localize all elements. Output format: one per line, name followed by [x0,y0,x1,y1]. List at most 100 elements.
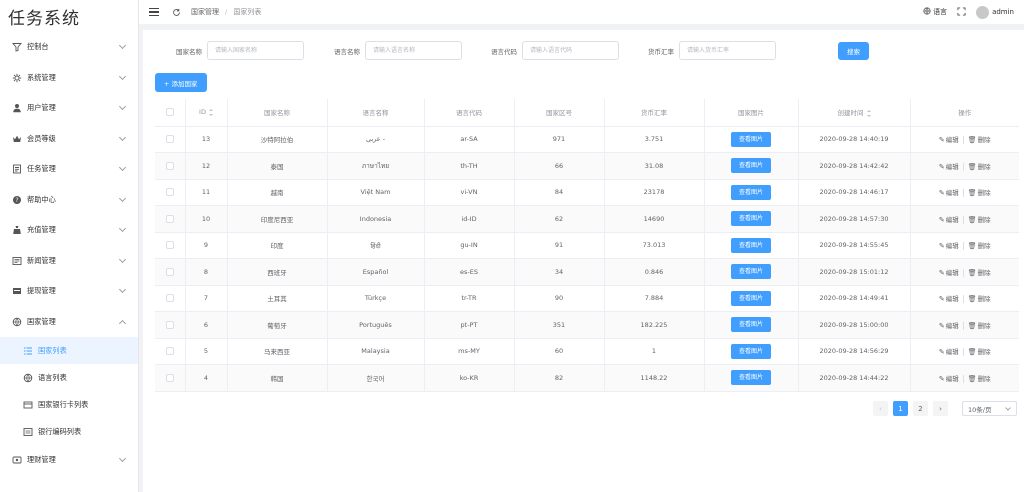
view-image-button[interactable]: 查看图片 [730,264,771,280]
sidebar-item-news[interactable]: 新闻管理 [0,246,138,277]
row-checkbox[interactable] [165,161,174,170]
edit-button[interactable]: ✎编辑 [939,348,959,356]
delete-button[interactable]: 🗑删除 [968,136,991,144]
country-name-input[interactable] [207,41,304,60]
fullscreen-icon[interactable] [957,6,966,18]
delete-button[interactable]: 🗑删除 [968,375,991,383]
sort-icon[interactable] [208,108,213,116]
language-name-input[interactable] [365,41,462,60]
row-select-cell [155,338,186,365]
cell-language-code: th-TH [424,152,515,180]
view-image-button[interactable]: 查看图片 [730,343,771,359]
view-image-button[interactable]: 查看图片 [730,184,771,200]
edit-icon: ✎ [938,242,945,251]
add-country-button[interactable]: + 添加国家 [155,73,207,92]
sidebar-subitem-bank-code-list[interactable]: 银行编码列表 [0,418,138,445]
edit-button[interactable]: ✎编辑 [939,375,959,383]
sidebar-item-recharge[interactable]: 充值管理 [0,215,138,246]
cell-area-code: 62 [514,205,605,233]
delete-button[interactable]: 🗑删除 [968,163,991,171]
cell-language-code: ko-KR [424,364,515,392]
next-page-button[interactable]: › [933,401,948,416]
edit-icon: ✎ [938,348,945,357]
refresh-icon[interactable] [171,7,181,17]
row-checkbox[interactable] [165,241,174,250]
edit-button[interactable]: ✎编辑 [939,242,959,250]
edit-button[interactable]: ✎编辑 [939,269,959,277]
language-switch[interactable]: 语言 [923,7,947,17]
edit-button[interactable]: ✎编辑 [939,322,959,330]
prev-page-button[interactable]: ‹ [873,401,888,416]
action-divider [962,321,964,330]
view-image-button[interactable]: 查看图片 [730,211,771,227]
delete-button[interactable]: 🗑删除 [968,242,991,250]
menu-toggle-icon[interactable] [149,8,159,16]
globe-icon [923,7,931,17]
row-checkbox[interactable] [165,188,174,197]
sidebar-item-system[interactable]: 系统管理 [0,63,138,94]
view-image-button[interactable]: 查看图片 [730,131,771,147]
row-checkbox[interactable] [165,373,174,382]
edit-button[interactable]: ✎编辑 [939,163,959,171]
row-checkbox[interactable] [165,294,174,303]
breadcrumb-item[interactable]: 国家管理 [191,7,219,17]
column-header-created[interactable]: 创建时间 [798,99,911,127]
page-size-select[interactable]: 10条/页 [962,401,1017,416]
edit-button[interactable]: ✎编辑 [939,295,959,303]
delete-button[interactable]: 🗑删除 [968,189,991,197]
chevron-down-icon [118,255,127,263]
sidebar-item-country[interactable]: 国家管理 [0,307,138,338]
sidebar-item-help[interactable]: ? 帮助中心 [0,185,138,216]
page-1-button[interactable]: 1 [893,401,908,416]
view-image-button[interactable]: 查看图片 [730,158,771,174]
row-checkbox[interactable] [165,214,174,223]
app-title: 任务系统 [8,8,80,29]
row-checkbox[interactable] [165,135,174,144]
delete-button[interactable]: 🗑删除 [968,269,991,277]
sidebar-item-finance[interactable]: 理财管理 [0,445,138,476]
delete-button[interactable]: 🗑删除 [968,348,991,356]
row-checkbox[interactable] [165,347,174,356]
sidebar-subitem-language-list[interactable]: 语言列表 [0,364,138,391]
delete-button[interactable]: 🗑删除 [968,322,991,330]
view-image-button[interactable]: 查看图片 [730,317,771,333]
sidebar-item-users[interactable]: 用户管理 [0,93,138,124]
sidebar-item-member-level[interactable]: 会员等级 [0,124,138,155]
sidebar-subitem-country-list[interactable]: 国家列表 [0,337,138,364]
select-all-checkbox[interactable] [165,108,174,117]
language-code-input[interactable] [522,41,619,60]
chevron-down-icon [118,42,127,50]
row-checkbox[interactable] [165,320,174,329]
currency-rate-input[interactable] [679,41,776,60]
edit-button[interactable]: ✎编辑 [939,216,959,224]
edit-button[interactable]: ✎编辑 [939,136,959,144]
sidebar-item-dashboard[interactable]: 控制台 [0,32,138,63]
cell-rate: 23178 [604,179,705,206]
row-select-cell [155,152,186,180]
sidebar-subitem-label: 国家银行卡列表 [38,399,89,409]
cell-rate: 7.884 [604,285,705,312]
edit-button[interactable]: ✎编辑 [939,189,959,197]
cell-country: 越南 [227,179,328,206]
table-row: 12 泰国 ภาษาไทย th-TH 66 31.08 查看图片 2020-09-28 14… [155,152,1019,180]
cell-id: 13 [185,126,228,153]
search-button[interactable]: 搜索 [838,42,869,60]
delete-button[interactable]: 🗑删除 [968,295,991,303]
sort-icon[interactable] [866,109,871,117]
cell-country: 西班牙 [227,258,328,286]
user-menu[interactable]: admin [976,5,1014,19]
chevron-down-icon [118,164,127,172]
sidebar-item-withdraw[interactable]: 提现管理 [0,276,138,307]
view-image-button[interactable]: 查看图片 [730,370,771,386]
delete-button[interactable]: 🗑删除 [968,216,991,224]
sidebar-subitem-bank-card-list[interactable]: 国家银行卡列表 [0,391,138,418]
edit-label: 编辑 [945,295,959,304]
view-image-button[interactable]: 查看图片 [730,237,771,253]
chevron-up-icon [118,319,127,327]
cell-language-name: Español [327,258,425,286]
sidebar-item-tasks[interactable]: 任务管理 [0,154,138,185]
page-2-button[interactable]: 2 [913,401,928,416]
row-checkbox[interactable] [165,267,174,276]
column-header-id[interactable]: ID [185,99,228,127]
view-image-button[interactable]: 查看图片 [730,290,771,306]
